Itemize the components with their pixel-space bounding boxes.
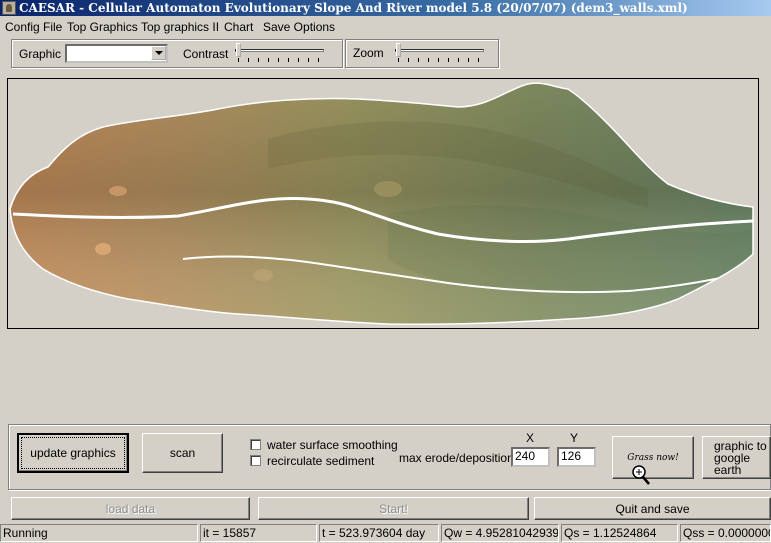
graphic-label: Graphic bbox=[19, 47, 62, 61]
title-bar: CAESAR - Cellular Automaton Evolutionary… bbox=[0, 0, 771, 16]
menu-chart[interactable]: Chart bbox=[224, 18, 253, 36]
recirculate-sediment-checkbox[interactable] bbox=[250, 455, 261, 466]
menu-top-graphics[interactable]: Top Graphics bbox=[67, 18, 138, 36]
terrain-map[interactable] bbox=[8, 79, 759, 329]
contrast-slider-ticks bbox=[238, 58, 323, 62]
start-button[interactable]: Start! bbox=[258, 497, 529, 520]
terrain-map-frame[interactable] bbox=[7, 78, 759, 329]
status-qw: Qw = 4.9528104293952 bbox=[441, 524, 559, 542]
grass-now-label: Grass now! bbox=[627, 452, 679, 463]
status-qss: Qss = 0.00000000 bbox=[680, 524, 771, 542]
status-state: Running bbox=[0, 524, 198, 542]
graphic-to-google-earth-button[interactable]: graphic to google earth bbox=[702, 436, 771, 479]
window-title: CAESAR - Cellular Automaton Evolutionary… bbox=[19, 1, 688, 15]
app-icon[interactable] bbox=[2, 1, 16, 15]
max-erode-label: max erode/deposition bbox=[399, 451, 514, 465]
quit-and-save-button[interactable]: Quit and save bbox=[534, 497, 771, 520]
chevron-down-icon[interactable] bbox=[151, 46, 166, 60]
contrast-label: Contrast bbox=[183, 47, 229, 61]
status-iteration: it = 15857 bbox=[200, 524, 317, 542]
menu-config-file[interactable]: Config File bbox=[5, 18, 62, 36]
x-input[interactable]: 240 bbox=[511, 447, 550, 467]
graphic-select[interactable] bbox=[65, 44, 168, 63]
water-surface-smoothing-label: water surface smoothing bbox=[267, 438, 398, 452]
load-data-button[interactable]: load data bbox=[11, 497, 250, 520]
status-time: t = 523.973604 day bbox=[319, 524, 439, 542]
y-label: Y bbox=[570, 431, 579, 445]
zoom-slider-track[interactable] bbox=[395, 49, 484, 52]
menu-save-options[interactable]: Save Options bbox=[263, 18, 335, 36]
recirculate-sediment-label: recirculate sediment bbox=[267, 454, 375, 468]
contrast-slider-track[interactable] bbox=[235, 49, 324, 52]
scan-button[interactable]: scan bbox=[142, 433, 223, 473]
contrast-slider-thumb[interactable] bbox=[236, 43, 241, 57]
x-label: X bbox=[526, 431, 535, 445]
grass-now-button[interactable]: Grass now! bbox=[612, 436, 694, 479]
water-surface-smoothing-checkbox[interactable] bbox=[250, 439, 261, 450]
terrain-surface bbox=[10, 83, 753, 325]
zoom-label: Zoom bbox=[353, 46, 384, 60]
magnifier-cursor-icon bbox=[631, 464, 651, 486]
update-graphics-button[interactable]: update graphics bbox=[17, 433, 129, 473]
zoom-slider-thumb[interactable] bbox=[396, 43, 401, 57]
y-input[interactable]: 126 bbox=[557, 447, 596, 467]
menu-top-graphics-ii[interactable]: Top graphics II bbox=[141, 18, 219, 36]
status-qs: Qs = 1.12524864 bbox=[561, 524, 678, 542]
zoom-slider-ticks bbox=[398, 58, 483, 62]
